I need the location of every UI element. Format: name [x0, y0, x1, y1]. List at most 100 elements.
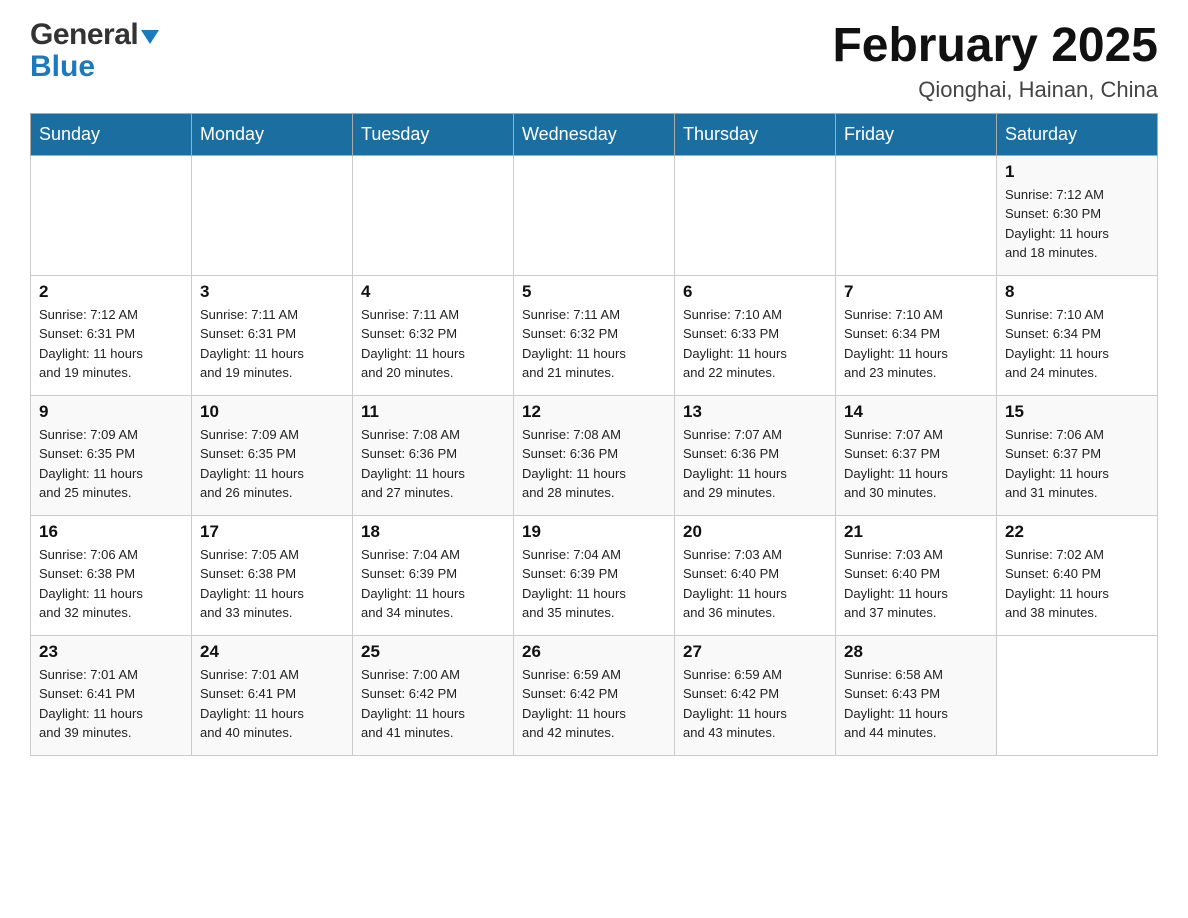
day-number: 4: [361, 282, 505, 302]
calendar-header: SundayMondayTuesdayWednesdayThursdayFrid…: [31, 113, 1158, 155]
day-number: 11: [361, 402, 505, 422]
day-number: 13: [683, 402, 827, 422]
calendar-cell: 18 Sunrise: 7:04 AMSunset: 6:39 PMDayligh…: [353, 515, 514, 635]
calendar-cell: [192, 155, 353, 275]
day-info: Sunrise: 7:05 AMSunset: 6:38 PMDaylight:…: [200, 545, 344, 623]
day-number: 8: [1005, 282, 1149, 302]
calendar-cell: [997, 635, 1158, 755]
calendar-cell: [514, 155, 675, 275]
calendar-cell: 19 Sunrise: 7:04 AMSunset: 6:39 PMDayligh…: [514, 515, 675, 635]
day-info: Sunrise: 7:06 AMSunset: 6:37 PMDaylight:…: [1005, 425, 1149, 503]
day-number: 16: [39, 522, 183, 542]
calendar-cell: [836, 155, 997, 275]
calendar-cell: 15 Sunrise: 7:06 AMSunset: 6:37 PMDayligh…: [997, 395, 1158, 515]
calendar-cell: 1 Sunrise: 7:12 AMSunset: 6:30 PMDaylight…: [997, 155, 1158, 275]
day-info: Sunrise: 7:10 AMSunset: 6:34 PMDaylight:…: [844, 305, 988, 383]
day-info: Sunrise: 7:08 AMSunset: 6:36 PMDaylight:…: [522, 425, 666, 503]
day-info: Sunrise: 7:03 AMSunset: 6:40 PMDaylight:…: [683, 545, 827, 623]
header-day-thursday: Thursday: [675, 113, 836, 155]
calendar-body: 1 Sunrise: 7:12 AMSunset: 6:30 PMDaylight…: [31, 155, 1158, 755]
calendar-cell: 22Sunrise: 7:02 AMSunset: 6:40 PMDayligh…: [997, 515, 1158, 635]
day-number: 26: [522, 642, 666, 662]
day-info: Sunrise: 7:12 AMSunset: 6:30 PMDaylight:…: [1005, 185, 1149, 263]
calendar-week-2: 2Sunrise: 7:12 AMSunset: 6:31 PMDaylight…: [31, 275, 1158, 395]
calendar-cell: 13 Sunrise: 7:07 AMSunset: 6:36 PMDayligh…: [675, 395, 836, 515]
logo-triangle-icon: [141, 30, 159, 44]
day-number: 19: [522, 522, 666, 542]
day-number: 17: [200, 522, 344, 542]
calendar-cell: [31, 155, 192, 275]
logo-blue-text: Blue: [30, 50, 95, 83]
day-number: 3: [200, 282, 344, 302]
day-info: Sunrise: 7:03 AMSunset: 6:40 PMDaylight:…: [844, 545, 988, 623]
day-number: 20: [683, 522, 827, 542]
header-day-tuesday: Tuesday: [353, 113, 514, 155]
calendar-cell: 8Sunrise: 7:10 AMSunset: 6:34 PMDaylight…: [997, 275, 1158, 395]
calendar-cell: 11 Sunrise: 7:08 AMSunset: 6:36 PMDayligh…: [353, 395, 514, 515]
header-day-wednesday: Wednesday: [514, 113, 675, 155]
day-info: Sunrise: 7:11 AMSunset: 6:32 PMDaylight:…: [361, 305, 505, 383]
header-day-friday: Friday: [836, 113, 997, 155]
day-number: 6: [683, 282, 827, 302]
day-info: Sunrise: 7:01 AMSunset: 6:41 PMDaylight:…: [39, 665, 183, 743]
calendar-table: SundayMondayTuesdayWednesdayThursdayFrid…: [30, 113, 1158, 756]
day-number: 25: [361, 642, 505, 662]
day-number: 1: [1005, 162, 1149, 182]
day-number: 21: [844, 522, 988, 542]
location-subtitle: Qionghai, Hainan, China: [832, 77, 1158, 103]
day-info: Sunrise: 7:01 AMSunset: 6:41 PMDaylight:…: [200, 665, 344, 743]
calendar-cell: 6 Sunrise: 7:10 AMSunset: 6:33 PMDaylight…: [675, 275, 836, 395]
calendar-cell: 28Sunrise: 6:58 AMSunset: 6:43 PMDayligh…: [836, 635, 997, 755]
calendar-cell: [353, 155, 514, 275]
day-info: Sunrise: 7:09 AMSunset: 6:35 PMDaylight:…: [39, 425, 183, 503]
day-info: Sunrise: 6:59 AMSunset: 6:42 PMDaylight:…: [522, 665, 666, 743]
calendar-cell: 10 Sunrise: 7:09 AMSunset: 6:35 PMDayligh…: [192, 395, 353, 515]
day-info: Sunrise: 7:07 AMSunset: 6:37 PMDaylight:…: [844, 425, 988, 503]
day-number: 7: [844, 282, 988, 302]
day-number: 15: [1005, 402, 1149, 422]
month-year-title: February 2025: [832, 20, 1158, 73]
day-number: 23: [39, 642, 183, 662]
day-number: 14: [844, 402, 988, 422]
day-info: Sunrise: 7:06 AMSunset: 6:38 PMDaylight:…: [39, 545, 183, 623]
calendar-cell: 24 Sunrise: 7:01 AMSunset: 6:41 PMDayligh…: [192, 635, 353, 755]
header-day-sunday: Sunday: [31, 113, 192, 155]
calendar-week-5: 23 Sunrise: 7:01 AMSunset: 6:41 PMDayligh…: [31, 635, 1158, 755]
calendar-cell: 5 Sunrise: 7:11 AMSunset: 6:32 PMDaylight…: [514, 275, 675, 395]
calendar-cell: 12 Sunrise: 7:08 AMSunset: 6:36 PMDayligh…: [514, 395, 675, 515]
day-info: Sunrise: 7:11 AMSunset: 6:32 PMDaylight:…: [522, 305, 666, 383]
day-info: Sunrise: 7:00 AMSunset: 6:42 PMDaylight:…: [361, 665, 505, 743]
day-info: Sunrise: 7:10 AMSunset: 6:33 PMDaylight:…: [683, 305, 827, 383]
header-day-saturday: Saturday: [997, 113, 1158, 155]
day-number: 5: [522, 282, 666, 302]
calendar-cell: 4 Sunrise: 7:11 AMSunset: 6:32 PMDaylight…: [353, 275, 514, 395]
day-number: 2: [39, 282, 183, 302]
day-info: Sunrise: 7:09 AMSunset: 6:35 PMDaylight:…: [200, 425, 344, 503]
day-number: 24: [200, 642, 344, 662]
calendar-cell: 9Sunrise: 7:09 AMSunset: 6:35 PMDaylight…: [31, 395, 192, 515]
calendar-week-4: 16 Sunrise: 7:06 AMSunset: 6:38 PMDayligh…: [31, 515, 1158, 635]
day-info: Sunrise: 7:04 AMSunset: 6:39 PMDaylight:…: [522, 545, 666, 623]
day-number: 12: [522, 402, 666, 422]
page-header: General Blue February 2025 Qionghai, Hai…: [30, 20, 1158, 103]
day-number: 28: [844, 642, 988, 662]
header-day-monday: Monday: [192, 113, 353, 155]
calendar-cell: 20 Sunrise: 7:03 AMSunset: 6:40 PMDayligh…: [675, 515, 836, 635]
calendar-week-3: 9Sunrise: 7:09 AMSunset: 6:35 PMDaylight…: [31, 395, 1158, 515]
day-info: Sunrise: 7:11 AMSunset: 6:31 PMDaylight:…: [200, 305, 344, 383]
day-number: 10: [200, 402, 344, 422]
calendar-cell: 21 Sunrise: 7:03 AMSunset: 6:40 PMDayligh…: [836, 515, 997, 635]
day-info: Sunrise: 7:04 AMSunset: 6:39 PMDaylight:…: [361, 545, 505, 623]
logo-general-text: General: [30, 20, 138, 50]
day-number: 27: [683, 642, 827, 662]
title-block: February 2025 Qionghai, Hainan, China: [832, 20, 1158, 103]
calendar-cell: 26 Sunrise: 6:59 AMSunset: 6:42 PMDayligh…: [514, 635, 675, 755]
calendar-cell: [675, 155, 836, 275]
day-info: Sunrise: 7:07 AMSunset: 6:36 PMDaylight:…: [683, 425, 827, 503]
calendar-cell: 14 Sunrise: 7:07 AMSunset: 6:37 PMDayligh…: [836, 395, 997, 515]
calendar-cell: 3 Sunrise: 7:11 AMSunset: 6:31 PMDaylight…: [192, 275, 353, 395]
day-number: 18: [361, 522, 505, 542]
calendar-cell: 17 Sunrise: 7:05 AMSunset: 6:38 PMDayligh…: [192, 515, 353, 635]
calendar-week-1: 1 Sunrise: 7:12 AMSunset: 6:30 PMDaylight…: [31, 155, 1158, 275]
day-info: Sunrise: 7:08 AMSunset: 6:36 PMDaylight:…: [361, 425, 505, 503]
